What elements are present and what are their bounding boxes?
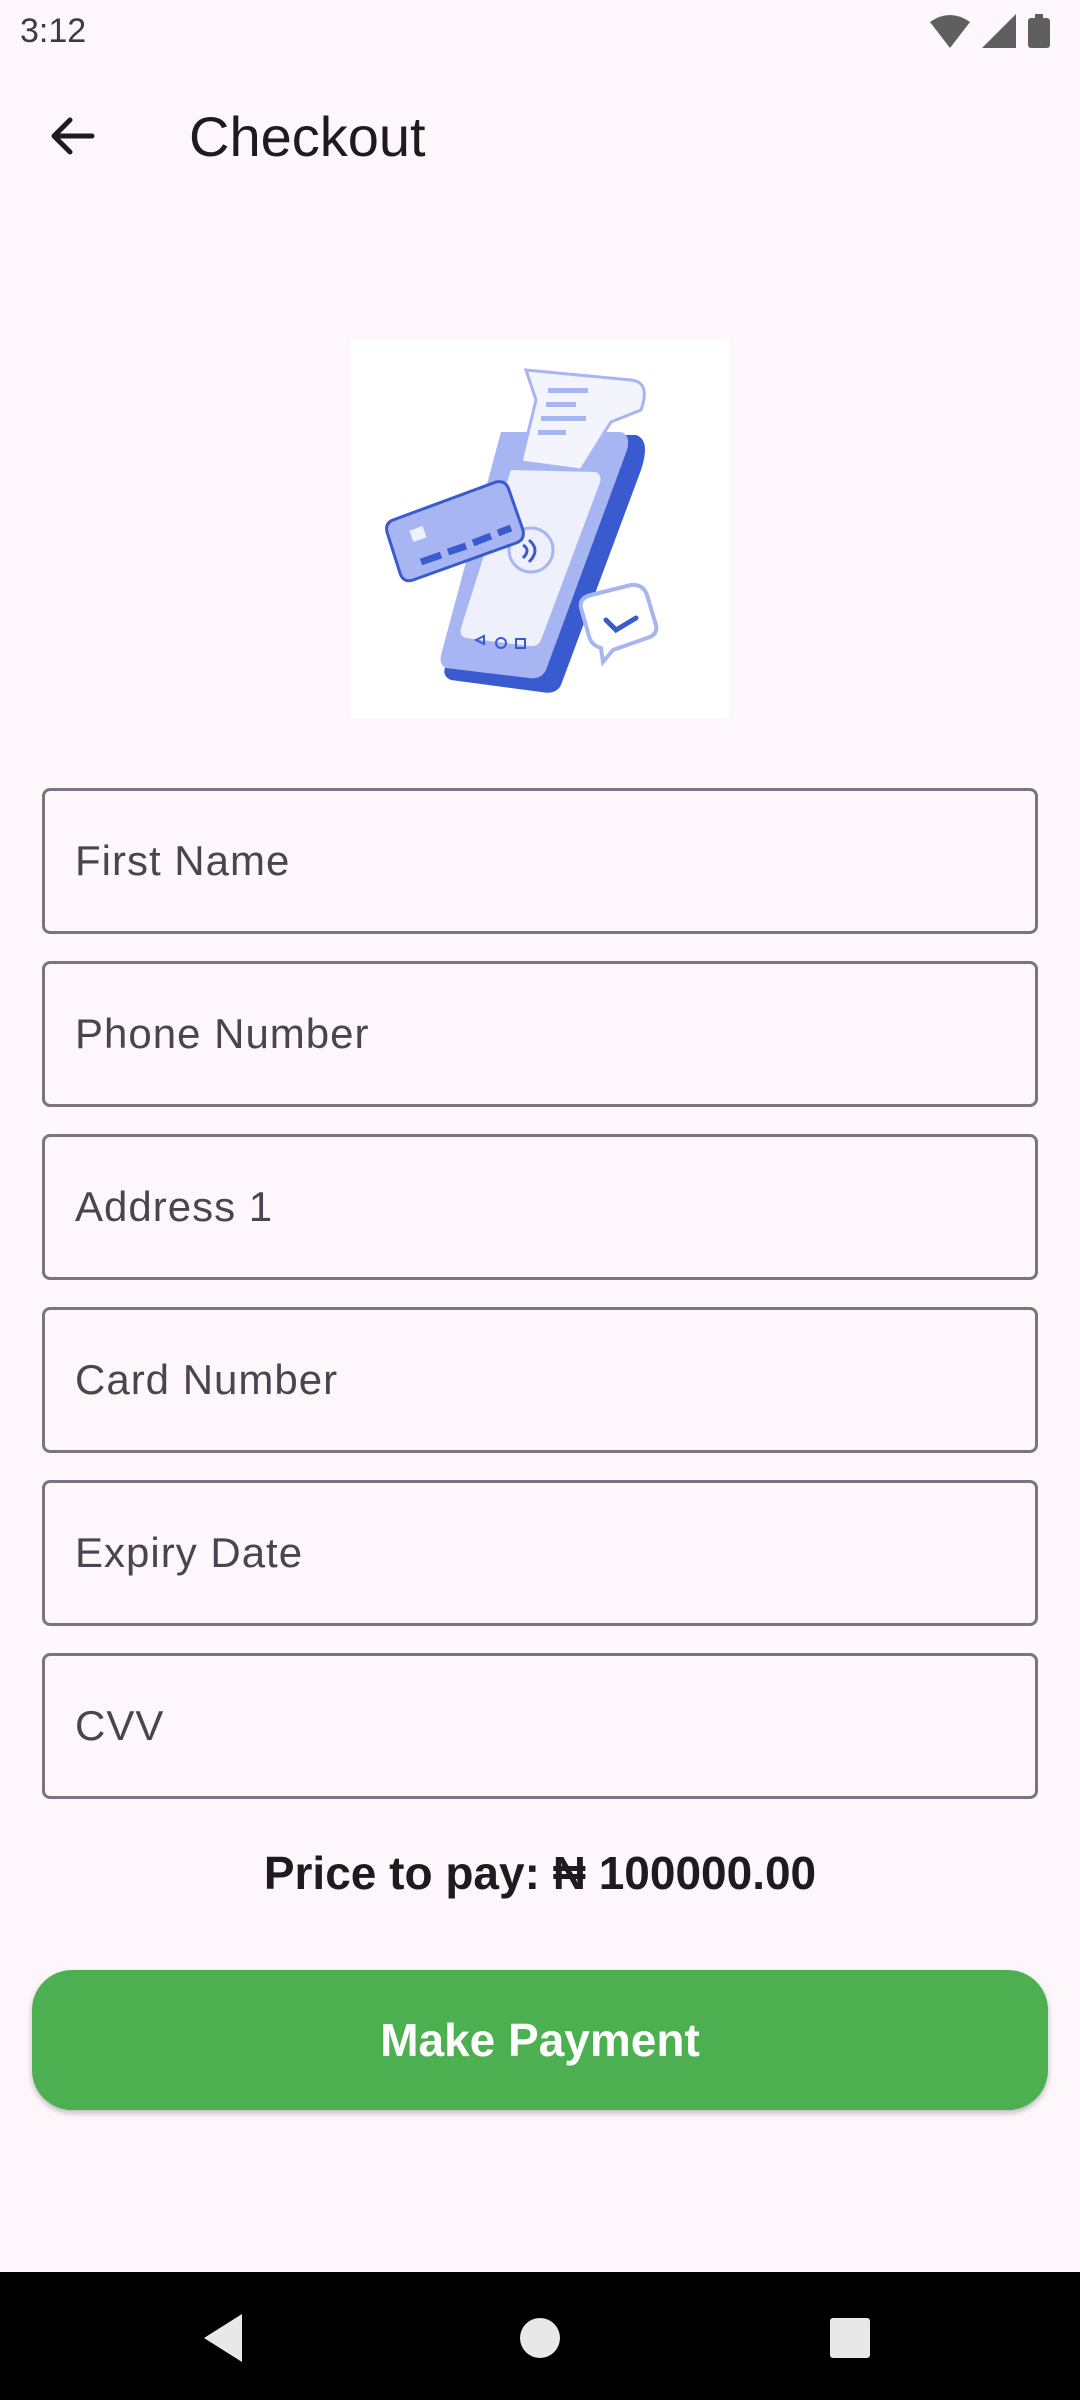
- cvv-field: [42, 1653, 1038, 1799]
- cvv-input[interactable]: [45, 1656, 1035, 1796]
- app-bar: Checkout: [0, 64, 1080, 208]
- nav-recents-icon[interactable]: [820, 2308, 880, 2368]
- expiry-date-field: [42, 1480, 1038, 1626]
- status-bar: 3:12: [0, 0, 1080, 64]
- page-title: Checkout: [189, 105, 426, 168]
- arrow-back-icon: [51, 117, 95, 155]
- checkout-form: [42, 788, 1038, 1826]
- phone-number-input[interactable]: [45, 964, 1035, 1104]
- card-number-input[interactable]: [45, 1310, 1035, 1450]
- wifi-icon: [930, 15, 970, 48]
- first-name-field: [42, 788, 1038, 934]
- make-payment-button[interactable]: Make Payment: [32, 1970, 1048, 2110]
- price-to-pay: Price to pay: ₦ 100000.00: [263, 1847, 817, 1899]
- first-name-input[interactable]: [45, 791, 1035, 931]
- system-nav-bar: [0, 2272, 1080, 2400]
- back-button[interactable]: [36, 100, 108, 172]
- expiry-date-input[interactable]: [45, 1483, 1035, 1623]
- nav-home-icon[interactable]: [510, 2308, 570, 2368]
- payment-terminal-illustration: [351, 340, 729, 718]
- address-field: [42, 1134, 1038, 1280]
- battery-icon: [1028, 14, 1050, 48]
- address-input[interactable]: [45, 1137, 1035, 1277]
- nav-back-icon[interactable]: [196, 2308, 256, 2368]
- status-icons: [930, 14, 1050, 48]
- phone-number-field: [42, 961, 1038, 1107]
- status-time: 3:12: [20, 12, 87, 50]
- card-number-field: [42, 1307, 1038, 1453]
- signal-icon: [982, 14, 1016, 48]
